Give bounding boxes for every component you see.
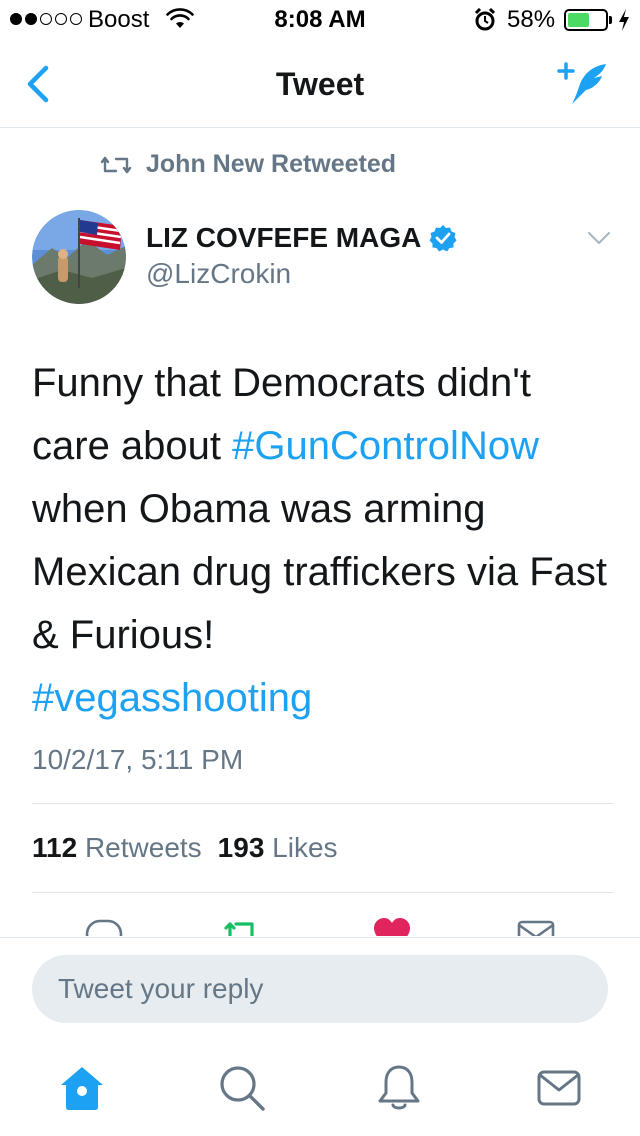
likes-stat[interactable]: 193 Likes bbox=[218, 832, 338, 864]
tab-bar bbox=[0, 1035, 640, 1136]
retweet-action-icon[interactable] bbox=[222, 916, 262, 936]
tweet-text-segment: when Obama was arming Mexican drug traff… bbox=[32, 487, 608, 657]
reply-bar: Tweet your reply bbox=[0, 937, 640, 1035]
battery-percentage: 58% bbox=[507, 6, 556, 33]
home-icon[interactable] bbox=[57, 1063, 107, 1113]
likes-count: 193 bbox=[217, 832, 265, 863]
alarm-clock-icon bbox=[474, 8, 496, 31]
chevron-down-icon[interactable] bbox=[586, 228, 612, 248]
tweet-stats: 112 Retweets 193 Likes bbox=[32, 832, 338, 864]
retweeted-by[interactable]: John New Retweeted bbox=[100, 150, 396, 179]
reply-input[interactable]: Tweet your reply bbox=[32, 955, 608, 1023]
share-envelope-icon[interactable] bbox=[516, 916, 556, 936]
retweet-icon bbox=[100, 156, 132, 173]
bell-icon[interactable] bbox=[374, 1063, 424, 1113]
retweets-label: Retweets bbox=[84, 832, 202, 863]
author-handle[interactable]: @LizCrokin bbox=[146, 258, 291, 290]
tweet-text: Funny that Democrats didn't care about #… bbox=[32, 352, 612, 730]
charging-bolt-icon bbox=[619, 9, 629, 31]
retweets-count: 112 bbox=[32, 832, 78, 863]
status-bar: Boost 8:08 AM 58% bbox=[0, 0, 640, 40]
reply-icon[interactable] bbox=[84, 916, 124, 936]
avatar[interactable] bbox=[32, 210, 126, 304]
author-name-row[interactable]: LIZ COVFEFE MAGA bbox=[146, 222, 457, 254]
battery-icon bbox=[564, 9, 608, 31]
verified-badge-icon bbox=[429, 225, 457, 252]
likes-label: Likes bbox=[272, 832, 338, 863]
page-title: Tweet bbox=[275, 66, 365, 102]
envelope-icon[interactable] bbox=[534, 1063, 584, 1113]
divider bbox=[32, 803, 614, 804]
retweets-stat[interactable]: 112 Retweets bbox=[32, 832, 202, 864]
nav-bar: Tweet bbox=[0, 40, 640, 128]
search-icon[interactable] bbox=[217, 1063, 267, 1113]
tweet-timestamp: 10/2/17, 5:11 PM bbox=[32, 744, 244, 775]
hashtag-link[interactable]: #vegasshooting bbox=[32, 676, 312, 720]
reply-placeholder: Tweet your reply bbox=[58, 973, 264, 1004]
compose-tweet-icon[interactable] bbox=[556, 60, 612, 108]
author-name: LIZ COVFEFE MAGA bbox=[146, 222, 422, 253]
divider bbox=[32, 892, 614, 893]
retweeted-by-label: John New Retweeted bbox=[146, 150, 397, 178]
hashtag-link[interactable]: #GunControlNow bbox=[232, 424, 539, 468]
like-heart-icon[interactable] bbox=[372, 916, 412, 936]
tweet-actions bbox=[0, 906, 640, 936]
